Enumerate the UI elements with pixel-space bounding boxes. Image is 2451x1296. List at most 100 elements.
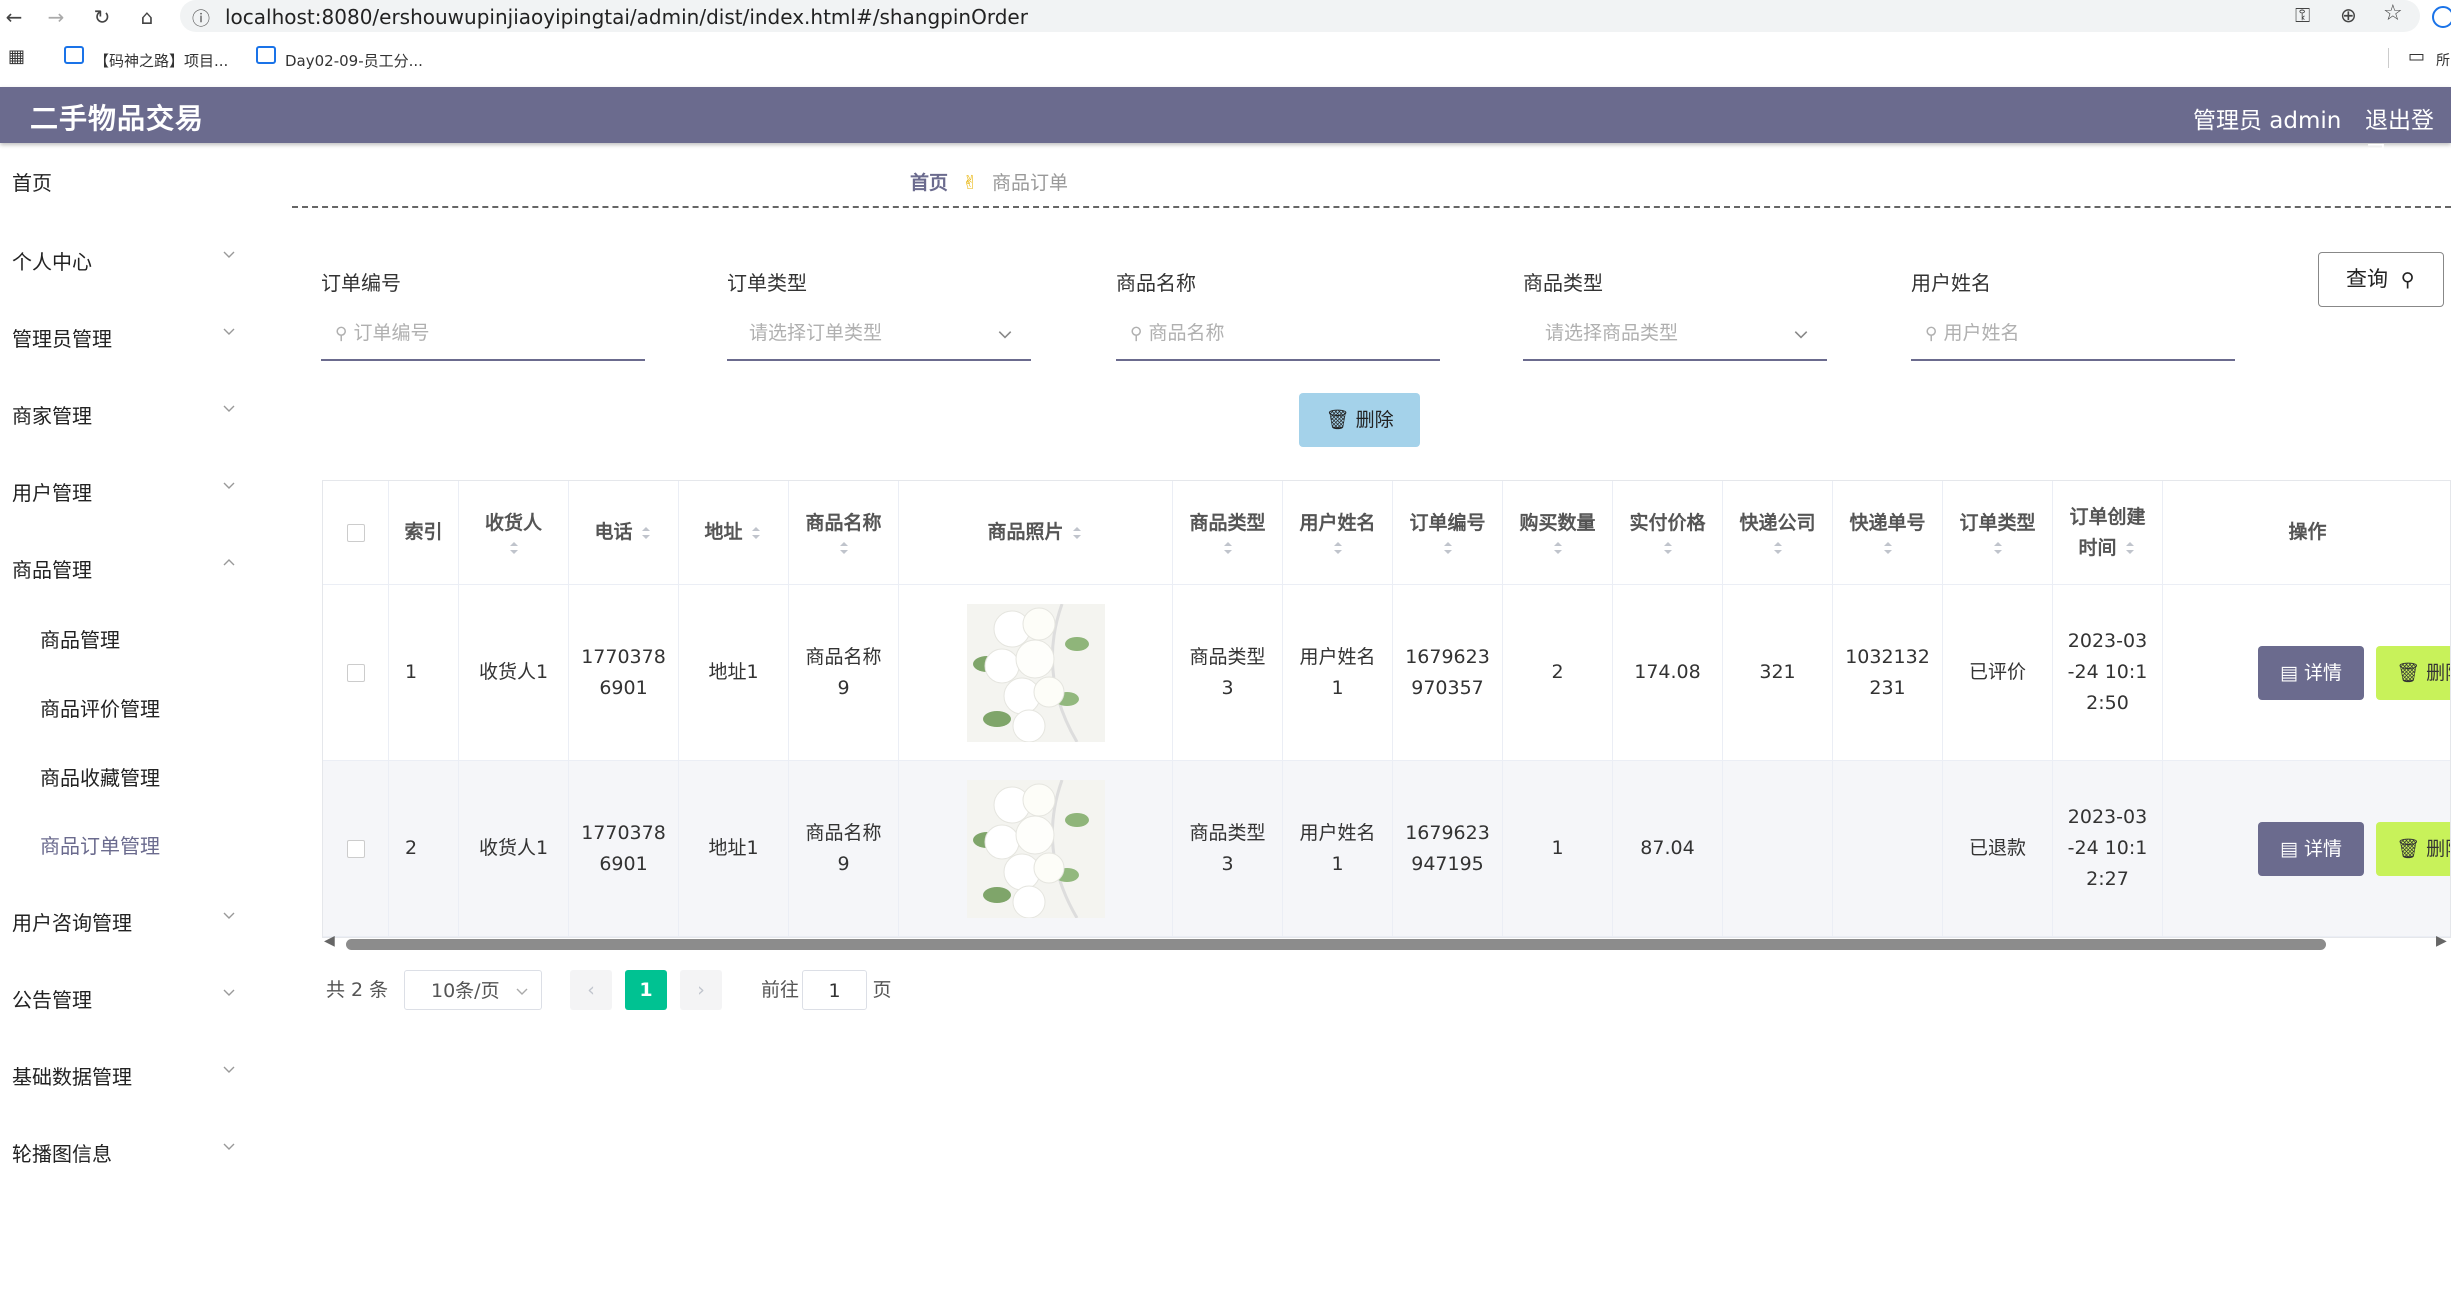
sidebar-item-carousel[interactable]: 轮播图信息: [12, 1138, 112, 1167]
info-icon[interactable]: ⓘ: [192, 5, 210, 31]
scrollbar-thumb[interactable]: [346, 939, 2326, 950]
order-no-input[interactable]: ⚲ 订单编号: [321, 306, 645, 361]
order-type-select[interactable]: 请选择订单类型: [727, 306, 1031, 361]
sidebar-item-users[interactable]: 用户管理: [12, 477, 92, 506]
header-address[interactable]: 地址: [679, 481, 789, 585]
sidebar-item-consult[interactable]: 用户咨询管理: [12, 907, 132, 936]
header-order-type[interactable]: 订单类型: [1943, 481, 2053, 585]
goods-type-select[interactable]: 请选择商品类型: [1523, 306, 1827, 361]
header-price[interactable]: 实付价格: [1613, 481, 1723, 585]
password-key-icon[interactable]: ⚿: [2295, 3, 2310, 27]
sort-icon[interactable]: [507, 539, 521, 557]
header-order-no[interactable]: 订单编号: [1393, 481, 1503, 585]
sidebar-item-merchants[interactable]: 商家管理: [12, 400, 92, 429]
cell-goods-name: 商品名称 9: [789, 585, 899, 760]
sidebar-subitem-orders[interactable]: 商品订单管理: [40, 830, 160, 859]
row-delete-button[interactable]: 🗑 删除: [2376, 822, 2450, 876]
user-name-input[interactable]: ⚲ 用户姓名: [1911, 306, 2235, 361]
sort-icon[interactable]: [1551, 539, 1565, 557]
cell-user-name-line2: 1: [1331, 852, 1344, 875]
sort-icon[interactable]: [1070, 524, 1084, 542]
sidebar-item-admins[interactable]: 管理员管理: [12, 323, 112, 352]
folder-icon[interactable]: ▭: [2408, 46, 2425, 67]
goods-photo[interactable]: [966, 779, 1105, 918]
sort-icon[interactable]: [837, 539, 851, 557]
order-type-placeholder: 请选择订单类型: [749, 322, 883, 344]
detail-button[interactable]: ▤ 详情: [2258, 646, 2364, 700]
sort-icon[interactable]: [1991, 539, 2005, 557]
row-delete-button[interactable]: 🗑 删除: [2376, 646, 2450, 700]
star-icon[interactable]: ☆: [2383, 1, 2403, 26]
row-checkbox[interactable]: [346, 839, 365, 858]
header-goods-name[interactable]: 商品名称: [789, 481, 899, 585]
cell-index: 1: [389, 585, 459, 760]
detail-button[interactable]: ▤ 详情: [2258, 822, 2364, 876]
other-bookmarks[interactable]: 所: [2436, 50, 2450, 70]
address-bar[interactable]: ⓘ localhost:8080/ershouwupinjiaoyipingta…: [180, 0, 2420, 32]
sort-icon[interactable]: [1441, 539, 1455, 557]
header-receiver[interactable]: 收货人: [459, 481, 569, 585]
sidebar-item-basedata[interactable]: 基础数据管理: [12, 1061, 132, 1090]
sort-icon[interactable]: [1881, 539, 1895, 557]
forward-icon[interactable]: →: [42, 3, 70, 31]
query-button[interactable]: 查询 ⚲: [2318, 252, 2444, 307]
sidebar-subitem-reviews[interactable]: 商品评价管理: [40, 693, 160, 722]
next-page-button[interactable]: ›: [680, 970, 722, 1010]
sort-icon[interactable]: [1331, 539, 1345, 557]
bookmark-2[interactable]: Day02-09-员工分...: [285, 50, 423, 71]
bookmark-1[interactable]: 【码神之路】项目...: [94, 50, 228, 71]
goto-page-input[interactable]: 1: [802, 970, 867, 1010]
cell-goods-type-line1: 商品类型: [1189, 645, 1266, 668]
admin-label: 管理员 admin: [2193, 108, 2342, 134]
header-user-name[interactable]: 用户姓名: [1283, 481, 1393, 585]
orders-table: 索引 收货人 电话 地址 商品名称 商品照片 商品类型 用户姓名 订单编号 购买…: [322, 480, 2451, 938]
header-goods-photo[interactable]: 商品照片: [899, 481, 1173, 585]
page-size-select[interactable]: 10条/页: [404, 970, 542, 1010]
query-label: 查询: [2346, 267, 2388, 291]
scroll-right-icon[interactable]: ▶: [2436, 933, 2447, 949]
sort-icon[interactable]: [749, 524, 763, 542]
profile-icon[interactable]: [2432, 6, 2451, 28]
table-row: 1 收货人1 1770378 6901 地址1 商品名称 9 商品类型 3 用户姓名 1…: [323, 585, 2450, 761]
batch-delete-button[interactable]: 🗑 删除: [1299, 393, 1420, 447]
home-icon[interactable]: ⌂: [133, 3, 161, 31]
scroll-left-icon[interactable]: ◀: [324, 933, 335, 949]
cell-goods-type-line2: 3: [1221, 676, 1234, 699]
header-goods-type[interactable]: 商品类型: [1173, 481, 1283, 585]
sidebar-subitem-favorites[interactable]: 商品收藏管理: [40, 762, 160, 791]
sort-icon[interactable]: [2123, 539, 2137, 557]
header-phone[interactable]: 电话: [569, 481, 679, 585]
header-courier-label: 快递公司: [1739, 512, 1816, 534]
logout-link[interactable]: 退出登录: [2365, 101, 2451, 169]
goods-photo[interactable]: [966, 603, 1105, 742]
breadcrumb-home[interactable]: 首页: [910, 172, 948, 194]
row-checkbox[interactable]: [346, 663, 365, 682]
url-text[interactable]: localhost:8080/ershouwupinjiaoyipingtai/…: [225, 5, 1028, 29]
sort-icon[interactable]: [1771, 539, 1785, 557]
header-tracking-no[interactable]: 快递单号: [1833, 481, 1943, 585]
sidebar-subitem-goods[interactable]: 商品管理: [40, 624, 120, 653]
hand-icon: ✌: [962, 172, 978, 194]
reload-icon[interactable]: ↻: [88, 3, 116, 31]
apps-grid-icon[interactable]: ▦: [8, 46, 25, 67]
table-horizontal-scrollbar[interactable]: ◀ ▶: [322, 933, 2451, 954]
page-1-button[interactable]: 1: [625, 970, 667, 1010]
sort-icon[interactable]: [1221, 539, 1235, 557]
cell-created-time: 2023-03 -24 10:1 2:27: [2053, 761, 2163, 936]
cell-user-name-line1: 用户姓名: [1299, 821, 1376, 844]
sidebar-item-notice[interactable]: 公告管理: [12, 984, 92, 1013]
header-courier[interactable]: 快递公司: [1723, 481, 1833, 585]
select-all-checkbox[interactable]: [346, 523, 365, 542]
prev-page-button[interactable]: ‹: [570, 970, 612, 1010]
zoom-icon[interactable]: ⊕: [2340, 3, 2357, 27]
sidebar-item-goods[interactable]: 商品管理: [12, 554, 92, 583]
sort-icon[interactable]: [639, 524, 653, 542]
cell-price: 174.08: [1613, 585, 1723, 760]
header-quantity[interactable]: 购买数量: [1503, 481, 1613, 585]
sidebar-item-home[interactable]: 首页: [12, 167, 52, 196]
goods-name-input[interactable]: ⚲ 商品名称: [1116, 306, 1440, 361]
sidebar-item-personal[interactable]: 个人中心: [12, 246, 92, 275]
header-created-time[interactable]: 订单创建 时间: [2053, 481, 2163, 585]
sort-icon[interactable]: [1661, 539, 1675, 557]
back-icon[interactable]: ←: [0, 3, 28, 31]
